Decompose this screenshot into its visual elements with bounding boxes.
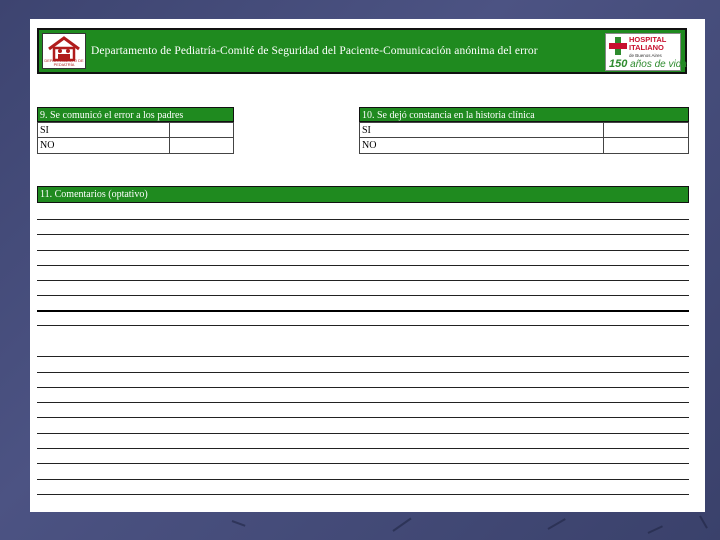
- comment-line[interactable]: [37, 479, 689, 480]
- hospital-logo: HOSPITAL ITALIANO de Buenos Aires 150 añ…: [605, 33, 687, 71]
- department-logo-caption: DEPARTAMENTO DE PEDIATRÍA: [44, 58, 84, 67]
- cross-icon: [609, 37, 627, 55]
- department-logo: DEPARTAMENTO DE PEDIATRÍA: [42, 33, 86, 69]
- comment-line[interactable]: [37, 280, 689, 281]
- comment-line[interactable]: [37, 463, 689, 464]
- question-10-title: 10. Se dejó constancia en la historia cl…: [359, 107, 689, 122]
- comment-line[interactable]: [37, 387, 689, 388]
- background-streak: [392, 517, 412, 532]
- form-sheet: DEPARTAMENTO DE PEDIATRÍA Departamento d…: [30, 19, 705, 512]
- comment-line[interactable]: [37, 325, 689, 326]
- comment-line[interactable]: [37, 234, 689, 235]
- background-streak: [231, 520, 246, 527]
- anniversary-text: años de vida: [630, 59, 687, 70]
- background-streak: [547, 518, 566, 530]
- option-row: SI: [37, 122, 234, 138]
- option-row: NO: [37, 138, 234, 154]
- option-row: NO: [359, 138, 689, 154]
- background-streak: [647, 525, 663, 534]
- hospital-name-line2: ITALIANO: [629, 43, 664, 52]
- answer-cell-no[interactable]: [170, 138, 233, 153]
- option-label: NO: [360, 138, 604, 153]
- comments-title: 11. Comentarios (optativo): [37, 186, 689, 203]
- comment-line[interactable]: [37, 219, 689, 220]
- comment-line[interactable]: [37, 448, 689, 449]
- background-streak: [699, 515, 708, 529]
- option-row: SI: [359, 122, 689, 138]
- question-9: 9. Se comunicó el error a los padres SI …: [37, 107, 234, 154]
- comment-line[interactable]: [37, 310, 689, 312]
- comment-line[interactable]: [37, 417, 689, 418]
- answer-cell-no[interactable]: [604, 138, 688, 153]
- form-header: DEPARTAMENTO DE PEDIATRÍA Departamento d…: [37, 28, 687, 74]
- answer-cell-si[interactable]: [170, 123, 233, 137]
- comment-line[interactable]: [37, 494, 689, 495]
- comment-line[interactable]: [37, 356, 689, 357]
- anniversary-number: 150: [609, 58, 628, 70]
- comment-line[interactable]: [37, 372, 689, 373]
- comment-line[interactable]: [37, 295, 689, 296]
- comment-line[interactable]: [37, 402, 689, 403]
- hospital-anniversary: 150 años de vida: [609, 58, 687, 71]
- comment-line[interactable]: [37, 265, 689, 266]
- question-9-title: 9. Se comunicó el error a los padres: [37, 107, 234, 122]
- hospital-name-line3: de Buenos Aires: [629, 53, 662, 58]
- comment-line[interactable]: [37, 250, 689, 251]
- option-label: NO: [38, 138, 170, 153]
- form-title: Departamento de Pediatría-Comité de Segu…: [91, 45, 538, 57]
- answer-cell-si[interactable]: [604, 123, 688, 137]
- option-label: SI: [360, 123, 604, 137]
- comment-line[interactable]: [37, 433, 689, 434]
- question-10: 10. Se dejó constancia en la historia cl…: [359, 107, 689, 154]
- option-label: SI: [38, 123, 170, 137]
